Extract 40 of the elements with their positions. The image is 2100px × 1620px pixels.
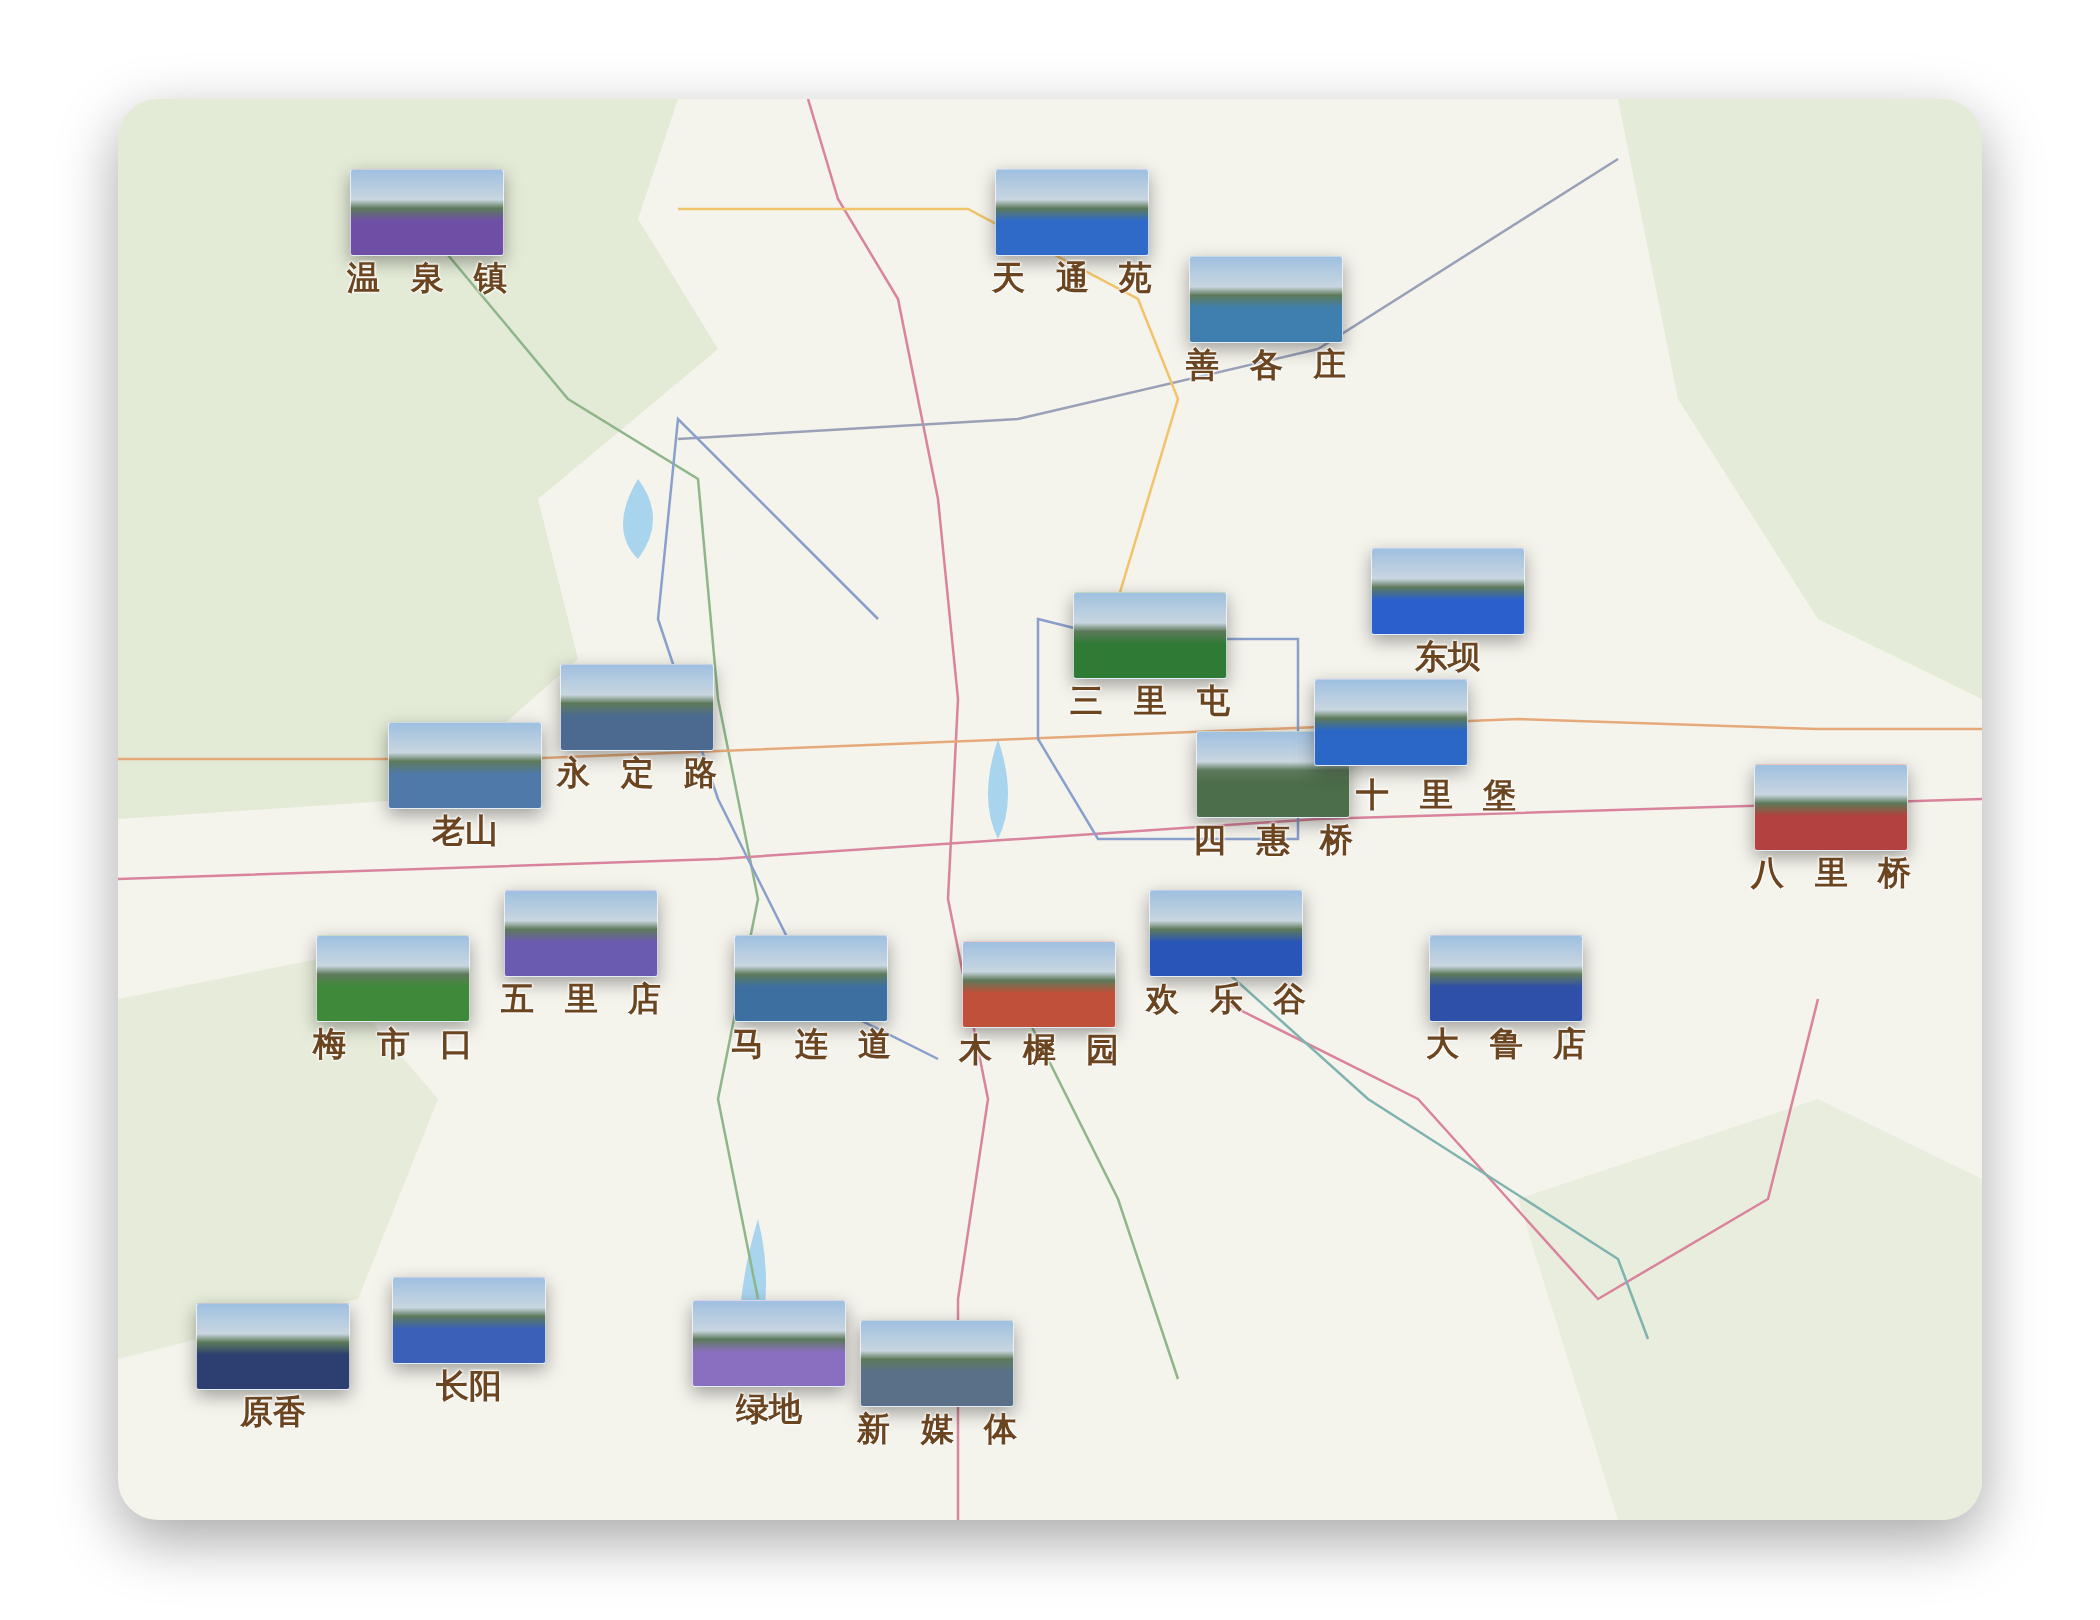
photo-placeholder[interactable] bbox=[392, 1277, 546, 1364]
place-label: 老山 bbox=[432, 811, 498, 851]
place-label: 温泉镇 bbox=[347, 258, 507, 298]
place-label: 木樨园 bbox=[959, 1030, 1119, 1070]
photo-placeholder[interactable] bbox=[860, 1320, 1014, 1407]
photo-placeholder[interactable] bbox=[350, 169, 504, 256]
place-label: 天通苑 bbox=[992, 258, 1152, 298]
photo-placeholder[interactable] bbox=[1073, 592, 1227, 679]
photo-placeholder[interactable] bbox=[1371, 548, 1525, 635]
place-label: 三里屯 bbox=[1070, 681, 1230, 721]
place-label: 欢乐谷 bbox=[1146, 979, 1306, 1019]
photo-placeholder[interactable] bbox=[1196, 731, 1350, 818]
photo-placeholder[interactable] bbox=[560, 664, 714, 751]
photo-placeholder[interactable] bbox=[692, 1300, 846, 1387]
place-label: 东坝 bbox=[1415, 637, 1481, 677]
photo-placeholder[interactable] bbox=[962, 941, 1116, 1028]
place-label: 四惠桥 bbox=[1193, 820, 1353, 860]
photo-placeholder[interactable] bbox=[1189, 256, 1343, 343]
place-label: 新媒体 bbox=[857, 1409, 1017, 1449]
photo-placeholder[interactable] bbox=[1149, 890, 1303, 977]
photo-placeholder[interactable] bbox=[504, 890, 658, 977]
place-label: 五里店 bbox=[501, 979, 661, 1019]
place-label: 十里堡 bbox=[1356, 775, 1516, 815]
photo-placeholder[interactable] bbox=[1314, 679, 1468, 766]
place-label: 原香 bbox=[240, 1392, 306, 1432]
place-label: 永定路 bbox=[557, 753, 717, 793]
photo-placeholder[interactable] bbox=[196, 1303, 350, 1390]
place-label: 八里桥 bbox=[1751, 853, 1911, 893]
photo-placeholder[interactable] bbox=[734, 935, 888, 1022]
place-label: 绿地 bbox=[736, 1389, 802, 1429]
place-label: 大鲁店 bbox=[1426, 1024, 1586, 1064]
photo-placeholder[interactable] bbox=[995, 169, 1149, 256]
place-label: 善各庄 bbox=[1186, 345, 1346, 385]
photo-placeholder[interactable] bbox=[316, 935, 470, 1022]
photo-placeholder[interactable] bbox=[1754, 764, 1908, 851]
place-label: 梅市口 bbox=[313, 1024, 473, 1064]
place-label: 马连道 bbox=[731, 1024, 891, 1064]
place-label: 长阳 bbox=[436, 1366, 502, 1406]
photo-placeholder[interactable] bbox=[1429, 935, 1583, 1022]
photo-placeholder[interactable] bbox=[388, 722, 542, 809]
